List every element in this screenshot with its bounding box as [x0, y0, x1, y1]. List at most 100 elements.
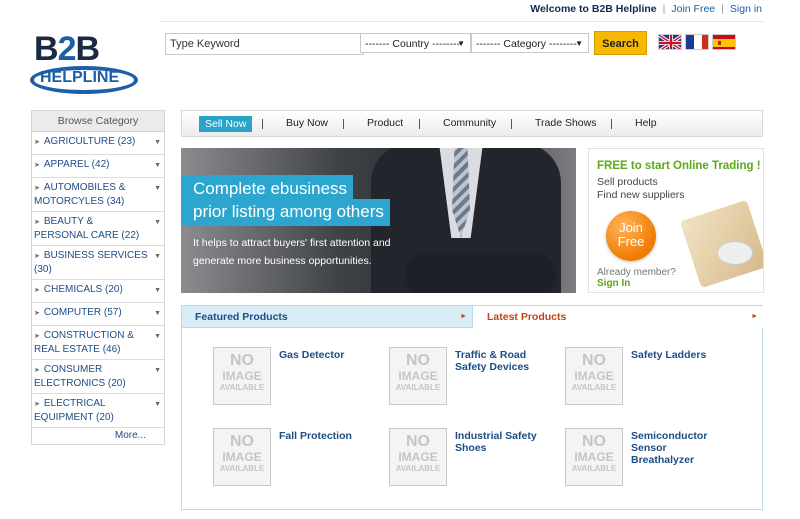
chevron-down-icon: ▼ [154, 367, 161, 374]
chevron-down-icon: ▼ [154, 185, 161, 192]
sidebar-item-consumer-electronics[interactable]: ➤ CONSUMER ELECTRONICS (20) ▼ [32, 360, 164, 394]
free-box-line: Sell products [597, 176, 658, 188]
nav-sell-now[interactable]: Sell Now [199, 116, 253, 132]
nav-buy-now[interactable]: Buy Now [286, 117, 328, 129]
sidebar-item-business-services[interactable]: ➤ BUSINESS SERVICES (30) ▼ [32, 246, 164, 280]
triangle-right-icon: ► [751, 313, 758, 320]
product-name[interactable]: Industrial Safety Shoes [455, 430, 555, 454]
bullet-arrow-icon: ➤ [34, 333, 40, 340]
product-card[interactable]: NO IMAGE AVAILABLE Semiconductor Sensor Br… [565, 428, 735, 488]
search-input[interactable]: Type Keyword [165, 33, 364, 55]
bullet-arrow-icon: ➤ [34, 162, 40, 169]
category-sidebar: Browse Category ➤ AGRICULTURE (23) ▼ ➤ APPA… [31, 110, 165, 445]
sidebar-title: Browse Category [32, 111, 164, 132]
sign-in-link[interactable]: Sign in [730, 3, 762, 15]
sidebar-item-agriculture[interactable]: ➤ AGRICULTURE (23) ▼ [32, 132, 164, 155]
top-divider [160, 21, 764, 22]
chevron-down-icon: ▼ [154, 139, 161, 146]
free-box-sign-in-link[interactable]: Sign In [597, 278, 630, 289]
tab-latest-products[interactable]: Latest Products ► [472, 306, 763, 328]
banner-title-line1: Complete ebusiness [181, 175, 354, 202]
sidebar-item-apparel[interactable]: ➤ APPAREL (42) ▼ [32, 155, 164, 178]
nav-trade-shows[interactable]: Trade Shows [535, 117, 596, 129]
bullet-arrow-icon: ➤ [34, 219, 40, 226]
no-image-placeholder[interactable]: NO IMAGE AVAILABLE [213, 428, 271, 486]
separator: | [662, 3, 666, 15]
free-box-line: Find new suppliers [597, 189, 685, 201]
hero-banner[interactable]: Complete ebusiness prior listing among o… [181, 148, 576, 293]
france-flag-icon[interactable] [685, 34, 709, 50]
free-trading-box: FREE to start Online Trading ! Sell prod… [588, 148, 764, 293]
product-name[interactable]: Fall Protection [279, 430, 379, 442]
chevron-down-icon: ▼ [154, 310, 161, 317]
sidebar-item-computer[interactable]: ➤ COMPUTER (57) ▼ [32, 303, 164, 326]
banner-title-line2: prior listing among others [181, 199, 390, 226]
top-links: Welcome to B2B Helpline | Join Free | Sign i… [530, 3, 762, 15]
chevron-down-icon: ▼ [154, 401, 161, 408]
join-free-line2: Free [617, 234, 645, 249]
sidebar-item-chemicals[interactable]: ➤ CHEMICALS (20) ▼ [32, 280, 164, 303]
main-nav: Sell Now Buy Now Product Community Trade… [181, 110, 763, 137]
chevron-down-icon: ▼ [457, 39, 465, 48]
country-select[interactable]: ------- Country -------- ▼ [360, 33, 471, 53]
no-image-placeholder[interactable]: NO IMAGE AVAILABLE [565, 347, 623, 405]
bullet-arrow-icon: ➤ [34, 367, 40, 374]
free-box-title: FREE to start Online Trading ! [597, 160, 761, 172]
sidebar-item-electrical-equipment[interactable]: ➤ ELECTRICAL EQUIPMENT (20) ▼ [32, 394, 164, 428]
nav-product[interactable]: Product [367, 117, 403, 129]
no-image-placeholder[interactable]: NO IMAGE AVAILABLE [565, 428, 623, 486]
join-free-line1: Join [619, 220, 643, 235]
product-card[interactable]: NO IMAGE AVAILABLE Safety Ladders [565, 347, 735, 407]
country-select-label: ------- Country -------- [365, 38, 461, 50]
chevron-down-icon: ▼ [154, 162, 161, 169]
sidebar-item-beauty[interactable]: ➤ BEAUTY & PERSONAL CARE (22) ▼ [32, 212, 164, 246]
bullet-arrow-icon: ➤ [34, 253, 40, 260]
logo-helpline: HELPLINE [40, 69, 120, 86]
nav-separator [262, 119, 263, 129]
logo-b2b: B2B [34, 30, 100, 68]
site-logo[interactable]: B2B HELPLINE [30, 30, 142, 98]
product-name[interactable]: Traffic & Road Safety Devices [455, 349, 555, 373]
product-card[interactable]: NO IMAGE AVAILABLE Fall Protection [213, 428, 383, 488]
search-button[interactable]: Search [594, 31, 647, 55]
product-name[interactable]: Gas Detector [279, 349, 379, 361]
product-name[interactable]: Safety Ladders [631, 349, 731, 361]
chevron-down-icon: ▼ [154, 219, 161, 226]
bullet-arrow-icon: ➤ [34, 139, 40, 146]
nav-separator [511, 119, 512, 129]
category-select[interactable]: ------- Category -------- ▼ [471, 33, 589, 53]
no-image-placeholder[interactable]: NO IMAGE AVAILABLE [213, 347, 271, 405]
nav-community[interactable]: Community [443, 117, 496, 129]
nav-help[interactable]: Help [635, 117, 657, 129]
nav-separator [611, 119, 612, 129]
no-image-placeholder[interactable]: NO IMAGE AVAILABLE [389, 428, 447, 486]
banner-arms-illustration [406, 253, 556, 293]
product-card[interactable]: NO IMAGE AVAILABLE Industrial Safety Shoes [389, 428, 559, 488]
separator: | [721, 3, 724, 15]
more-categories-link[interactable]: More... [32, 428, 164, 444]
chevron-down-icon: ▼ [154, 333, 161, 340]
tab-featured-products[interactable]: Featured Products ► [182, 306, 472, 328]
product-name[interactable]: Semiconductor Sensor Breathalyzer [631, 430, 731, 466]
uk-flag-icon[interactable] [658, 34, 682, 50]
bullet-arrow-icon: ➤ [34, 185, 40, 192]
join-free-link[interactable]: Join Free [671, 3, 715, 15]
no-image-placeholder[interactable]: NO IMAGE AVAILABLE [389, 347, 447, 405]
top-bar: Welcome to B2B Helpline | Join Free | Sign i… [0, 0, 800, 18]
product-card[interactable]: NO IMAGE AVAILABLE Traffic & Road Safety D… [389, 347, 559, 407]
sidebar-item-automobiles[interactable]: ➤ AUTOMOBILES & MOTORCYLES (34) ▼ [32, 178, 164, 212]
category-select-label: ------- Category -------- [476, 38, 577, 50]
bullet-arrow-icon: ➤ [34, 287, 40, 294]
nav-separator [419, 119, 420, 129]
spain-flag-icon[interactable] [712, 34, 736, 50]
chevron-down-icon: ▼ [154, 253, 161, 260]
sidebar-item-construction[interactable]: ➤ CONSTRUCTION & REAL ESTATE (46) ▼ [32, 326, 164, 360]
banner-description: It helps to attract buyers' first attent… [193, 237, 391, 267]
bullet-arrow-icon: ➤ [34, 401, 40, 408]
chevron-down-icon: ▼ [154, 287, 161, 294]
computer-mouse-illustration [717, 241, 753, 265]
product-card[interactable]: NO IMAGE AVAILABLE Gas Detector [213, 347, 383, 407]
chevron-down-icon: ▼ [575, 39, 583, 48]
join-free-button[interactable]: Join Free [606, 211, 656, 261]
triangle-right-icon: ► [460, 313, 467, 320]
